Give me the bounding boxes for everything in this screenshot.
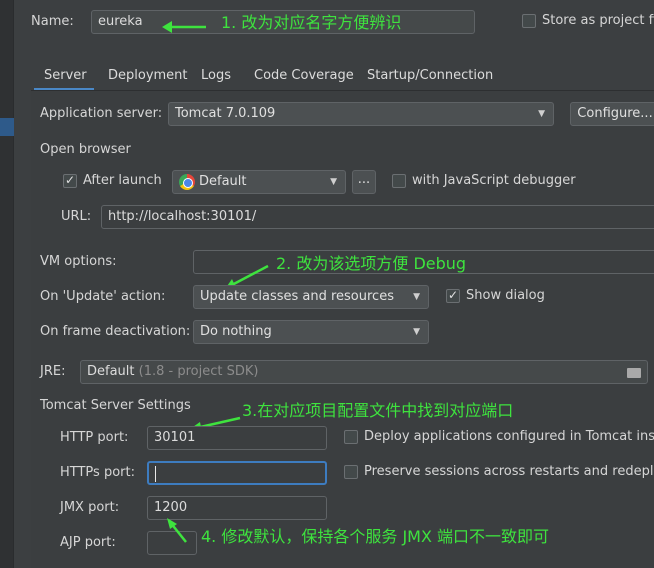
chevron-down-icon: ▼ [538,109,545,119]
https-port-field[interactable] [147,461,327,485]
open-browser-label: Open browser [40,142,131,157]
jmx-port-label: JMX port: [60,500,120,515]
tab-server[interactable]: Server [44,68,87,84]
annotation-1: 1. 改为对应名字方便辨识 [221,13,402,32]
on-update-label: On 'Update' action: [40,289,166,304]
show-dialog-label: Show dialog [466,288,545,303]
tab-code-coverage[interactable]: Code Coverage [254,68,354,84]
browser-select[interactable]: Default ▼ [172,170,346,194]
js-debugger-checkbox[interactable] [392,174,406,188]
show-dialog-checkbox[interactable] [446,288,460,303]
chevron-down-icon: ▼ [413,327,420,337]
annotation-arrow-4 [167,518,187,543]
jre-hint: (1.8 - project SDK) [138,364,259,379]
application-server-label: Application server: [40,106,163,121]
js-debugger-label: with JavaScript debugger [412,173,576,188]
jre-field[interactable]: Default (1.8 - project SDK) [80,360,648,384]
tomcat-settings-label: Tomcat Server Settings [40,398,191,413]
url-label: URL: [61,209,92,224]
url-field[interactable]: http://localhost:30101/ [101,205,654,229]
name-label: Name: [31,14,74,29]
text-caret [155,466,156,482]
preserve-sessions-checkbox[interactable] [344,465,358,479]
tab-startup-connection[interactable]: Startup/Connection [367,68,493,84]
application-server-value: Tomcat 7.0.109 [175,106,276,121]
vm-options-label: VM options: [40,254,117,269]
deploy-applications-label: Deploy applications configured in Tomcat… [364,429,654,444]
preserve-sessions-label: Preserve sessions across restarts and re… [364,464,654,479]
on-update-select[interactable]: Update classes and resources ▼ [193,285,429,309]
left-tree-selection [0,118,14,136]
chrome-icon [179,174,195,190]
tab-deployment[interactable]: Deployment [108,68,188,84]
store-project-file-label: Store as project fil [542,13,654,28]
annotation-arrow-1 [162,21,206,33]
jre-label: JRE: [40,364,66,379]
jre-value: Default [87,364,135,379]
after-launch-checkbox[interactable] [63,173,77,188]
chevron-down-icon: ▼ [330,177,337,187]
application-server-select[interactable]: Tomcat 7.0.109 ▼ [168,102,554,126]
annotation-3: 3.在对应项目配置文件中找到对应端口 [242,401,514,420]
annotation-2: 2. 改为该选项方便 Debug [276,254,467,273]
deploy-applications-checkbox[interactable] [344,430,358,444]
chevron-down-icon: ▼ [413,292,420,302]
folder-icon[interactable] [627,368,641,378]
on-frame-deactivation-select[interactable]: Do nothing ▼ [193,320,429,344]
left-tree-edge [0,0,14,568]
https-port-label: HTTPs port: [60,465,135,480]
tab-logs[interactable]: Logs [201,68,231,84]
browser-more-button[interactable]: ... [352,170,376,194]
configure-button[interactable]: Configure... [570,102,654,126]
http-port-label: HTTP port: [60,430,129,445]
on-frame-deactivation-value: Do nothing [200,324,272,339]
store-project-file-checkbox[interactable] [522,14,536,28]
on-update-value: Update classes and resources [200,289,394,304]
on-frame-deactivation-label: On frame deactivation: [40,324,191,339]
after-launch-label: After launch [83,173,162,188]
annotation-4: 4. 修改默认，保持各个服务 JMX 端口不一致即可 [201,527,550,546]
ajp-port-label: AJP port: [60,535,116,550]
http-port-field[interactable]: 30101 [147,426,327,450]
